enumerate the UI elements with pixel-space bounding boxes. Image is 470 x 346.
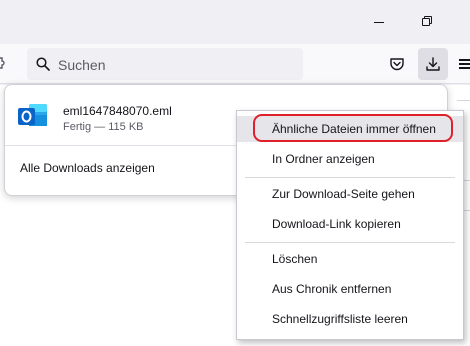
hamburger-menu-icon [459,57,470,72]
show-all-downloads-button[interactable]: Alle Downloads anzeigen [20,161,155,175]
menu-item-clear-list[interactable]: Schnellzugriffsliste leeren [237,306,463,332]
outlook-icon [18,104,47,126]
app-menu-button[interactable] [458,48,470,80]
menu-separator [245,242,455,243]
menu-separator [245,177,455,178]
minimize-icon [374,21,384,23]
title-bar [0,0,470,44]
minimize-button[interactable] [368,10,390,32]
menu-item-copy-download-link[interactable]: Download-Link kopieren [237,211,463,237]
search-icon [36,57,50,71]
search-input[interactable]: Suchen [27,48,303,80]
download-status: Fertig — 115 KB [63,121,144,133]
restore-button[interactable] [416,10,438,32]
menu-item-remove-from-history[interactable]: Aus Chronik entfernen [237,276,463,302]
nav-toolbar: Suchen [0,44,470,84]
downloads-button[interactable] [418,48,448,80]
extension-icon[interactable] [0,54,10,72]
menu-item-show-in-folder[interactable]: In Ordner anzeigen [237,146,463,172]
downloads-icon [426,57,440,71]
page-divider [457,100,470,101]
download-context-menu: Ähnliche Dateien immer öffnen In Ordner … [236,110,464,340]
highlight-annotation [253,114,453,142]
download-file-name: eml1647848070.eml [63,104,172,118]
menu-item-go-to-download-page[interactable]: Zur Download-Seite gehen [237,181,463,207]
pocket-button[interactable] [382,48,412,80]
search-placeholder: Suchen [58,57,106,73]
menu-item-delete[interactable]: Löschen [237,246,463,272]
pocket-icon [390,58,404,71]
restore-icon [422,16,432,26]
